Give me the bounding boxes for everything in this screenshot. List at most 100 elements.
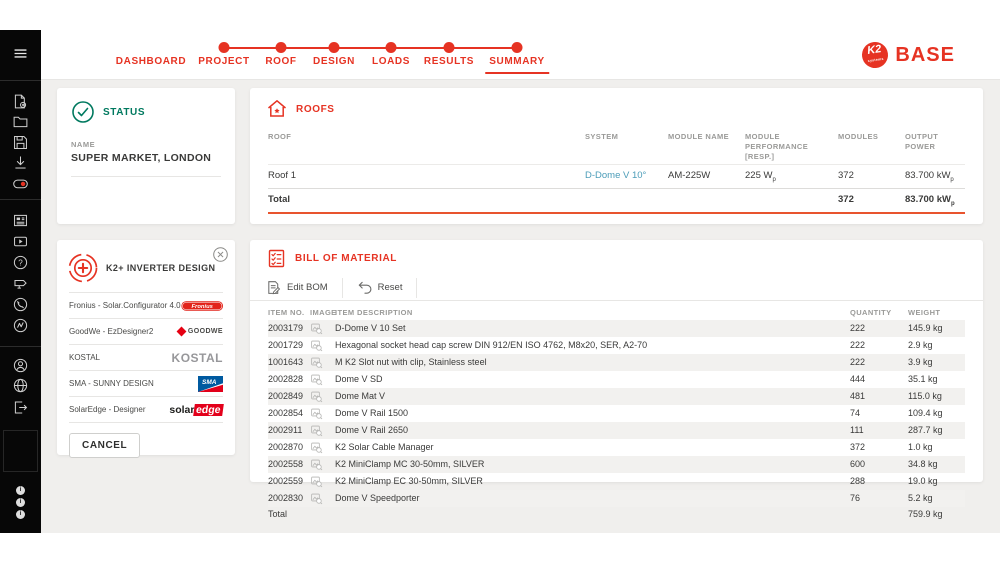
inverter-tool-list: Fronius - Solar.Configurator 4.0FroniusG… (69, 292, 223, 423)
item-image-icon[interactable] (310, 407, 323, 420)
item-image-cell[interactable] (310, 320, 335, 337)
bom-table-row: 2002559K2 MiniClamp EC 30-50mm, SILVER28… (268, 473, 965, 490)
download-icon[interactable] (12, 154, 29, 171)
item-image-icon[interactable] (310, 492, 323, 505)
item-image-cell[interactable] (310, 473, 335, 490)
nav-item-design[interactable]: DESIGN (313, 56, 355, 67)
item-weight-cell: 19.0 kg (908, 473, 965, 490)
footer-info-icon-1[interactable]: i (16, 486, 25, 495)
inverter-tool-goodwe[interactable]: GoodWe - EzDesigner2GOODWE (69, 319, 223, 345)
item-quantity-cell: 111 (850, 422, 908, 439)
inverter-tool-solaredge[interactable]: SolarEdge - Designersolaredge (69, 397, 223, 423)
k2-base-logo: K2systems BASE (862, 42, 955, 68)
footer-info-icon-2[interactable]: i (16, 498, 25, 507)
item-image-icon[interactable] (310, 424, 323, 437)
bom-table-row: 2002911Dome V Rail 2650111287.7 kg (268, 422, 965, 439)
chat-icon[interactable] (12, 317, 29, 334)
cancel-button[interactable]: CANCEL (69, 433, 140, 458)
language-icon[interactable] (12, 377, 29, 394)
nav-item-loads[interactable]: LOADS (372, 56, 410, 67)
system-link-cell[interactable]: D-Dome V 10° (585, 164, 668, 188)
item-weight-cell: 287.7 kg (908, 422, 965, 439)
item-image-cell[interactable] (310, 422, 335, 439)
record-toggle-icon[interactable] (12, 175, 29, 192)
item-description-cell: M K2 Slot nut with clip, Stainless steel (335, 354, 850, 371)
bom-table-row: 2002849Dome Mat V481115.0 kg (268, 388, 965, 405)
new-project-icon[interactable] (12, 93, 29, 110)
solaredge-logo: solaredge (169, 404, 223, 416)
item-image-cell[interactable] (310, 490, 335, 507)
logout-icon[interactable] (12, 399, 29, 416)
item-quantity-cell: 444 (850, 371, 908, 388)
menu-icon[interactable] (12, 45, 29, 62)
item-image-icon[interactable] (310, 458, 323, 471)
contact-icon[interactable] (12, 296, 29, 313)
item-weight-cell: 115.0 kg (908, 388, 965, 405)
video-tutorials-icon[interactable] (12, 233, 29, 250)
roof-name-cell: Roof 1 (268, 164, 585, 188)
item-image-cell[interactable] (310, 439, 335, 456)
item-image-cell[interactable] (310, 456, 335, 473)
bom-total-row: Total759.9 kg (268, 507, 965, 522)
fronius-logo: Fronius (181, 299, 223, 313)
close-icon[interactable] (212, 246, 229, 263)
inverter-tool-kostal[interactable]: KOSTALKOSTAL (69, 345, 223, 371)
news-icon[interactable] (12, 212, 29, 229)
reset-bom-button[interactable]: Reset (343, 278, 418, 298)
nav-item-project[interactable]: PROJECT (198, 56, 249, 67)
edit-bom-button[interactable]: Edit BOM (266, 278, 343, 298)
item-image-icon[interactable] (310, 339, 323, 352)
roofs-column-header: SYSTEM (585, 122, 668, 164)
sidebar-divider (0, 346, 41, 347)
nav-item-summary[interactable]: SUMMARY (489, 56, 545, 67)
progress-dot (219, 42, 230, 53)
modules-count-cell: 372 (838, 164, 905, 188)
inverter-tool-sma[interactable]: SMA - SUNNY DESIGNSMA (69, 371, 223, 397)
item-no-cell: 2002849 (268, 388, 310, 405)
status-card-title: STATUS (103, 107, 145, 118)
step-nav: DASHBOARD PROJECT ROOF DESIGN LOADS RESULTS SU… (41, 30, 741, 80)
item-image-cell[interactable] (310, 337, 335, 354)
account-icon[interactable] (12, 357, 29, 374)
item-image-cell[interactable] (310, 354, 335, 371)
item-description-cell: Dome V Rail 1500 (335, 405, 850, 422)
open-folder-icon[interactable] (12, 113, 29, 130)
footer-info-icon-3[interactable]: i (16, 510, 25, 519)
item-description-cell: Dome V Rail 2650 (335, 422, 850, 439)
item-no-cell: 2002828 (268, 371, 310, 388)
progress-dot (512, 42, 523, 53)
edit-bom-label: Edit BOM (287, 282, 328, 293)
item-image-icon[interactable] (310, 475, 323, 488)
roofs-table-row: Roof 1D-Dome V 10°AM-225W225 Wp37283.700… (250, 164, 983, 188)
item-weight-cell: 109.4 kg (908, 405, 965, 422)
inverter-tool-fronius[interactable]: Fronius - Solar.Configurator 4.0Fronius (69, 293, 223, 319)
item-image-cell[interactable] (310, 371, 335, 388)
roofs-column-header: OUTPUT POWER (905, 122, 965, 164)
guide-icon[interactable] (12, 275, 29, 292)
module-name-cell: AM-225W (668, 164, 745, 188)
nav-item-label: DESIGN (313, 56, 355, 67)
help-icon[interactable]: ? (12, 254, 29, 271)
roofs-card-title: ROOFS (296, 104, 335, 115)
item-image-icon[interactable] (310, 441, 323, 454)
item-image-icon[interactable] (310, 373, 323, 386)
bom-table-row: 2003179D-Dome V 10 Set222145.9 kg (268, 320, 965, 337)
k2-logo-icon: K2systems (861, 40, 890, 69)
goodwe-logo: GOODWE (178, 328, 223, 335)
project-name-value: SUPER MARKET, LONDON (71, 152, 235, 164)
bom-table-row: 2002830Dome V Speedporter765.2 kg (268, 490, 965, 507)
item-image-cell[interactable] (310, 405, 335, 422)
save-icon[interactable] (12, 134, 29, 151)
nav-item-dashboard[interactable]: DASHBOARD (116, 56, 186, 67)
item-image-cell[interactable] (310, 388, 335, 405)
item-no-cell: 2003179 (268, 320, 310, 337)
bom-total-label: Total (268, 507, 310, 522)
item-image-icon[interactable] (310, 390, 323, 403)
item-image-icon[interactable] (310, 356, 323, 369)
item-description-cell: K2 Solar Cable Manager (335, 439, 850, 456)
roof-icon (266, 98, 288, 120)
item-image-icon[interactable] (310, 322, 323, 335)
svg-text:?: ? (18, 258, 23, 267)
nav-item-roof[interactable]: ROOF (265, 56, 296, 67)
nav-item-results[interactable]: RESULTS (424, 56, 474, 67)
